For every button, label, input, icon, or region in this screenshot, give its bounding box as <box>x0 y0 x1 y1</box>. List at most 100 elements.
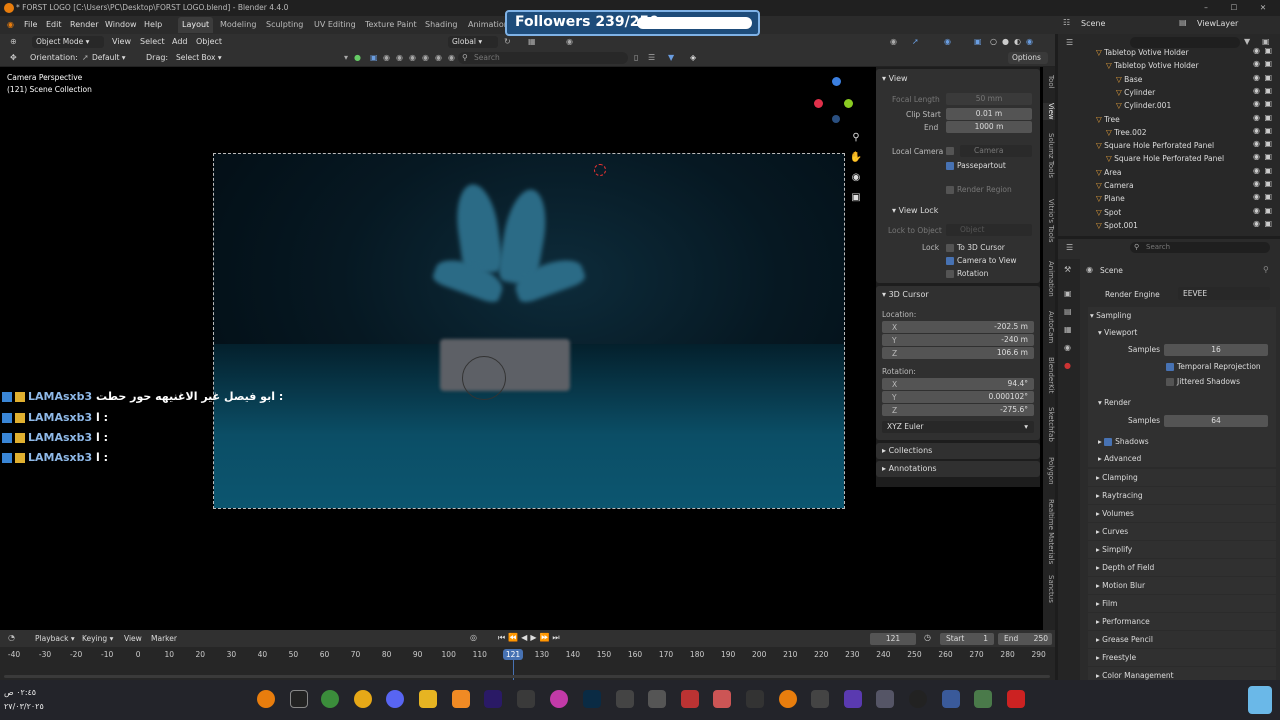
properties-section[interactable]: ▸ Clamping <box>1088 469 1276 486</box>
collections-panel[interactable]: ▸ Collections <box>876 443 1040 459</box>
app-gray2-icon[interactable] <box>811 690 829 708</box>
minimize-button[interactable]: – <box>1200 0 1212 16</box>
visibility-icon[interactable]: ◉ <box>890 34 897 50</box>
object-color-icon[interactable]: ● <box>354 50 361 66</box>
app-green-icon[interactable] <box>974 690 992 708</box>
epic-games-icon[interactable] <box>290 690 308 708</box>
shield-icon[interactable]: ◈ <box>690 50 696 66</box>
render-engine-dropdown[interactable]: EEVEE <box>1178 287 1270 300</box>
render-camera-icon[interactable]: ▣ <box>1264 219 1272 228</box>
properties-section[interactable]: ▸ Raytracing <box>1088 487 1276 504</box>
file-explorer-icon[interactable] <box>419 690 437 708</box>
timeline-editor-icon[interactable]: ◔ <box>8 633 15 642</box>
shadows-subpanel-header[interactable]: ▸ Shadows <box>1098 433 1149 450</box>
maximize-button[interactable]: ☐ <box>1228 0 1240 16</box>
tab-solumz-tools[interactable]: Solumz Tools <box>1043 133 1055 178</box>
local-camera-field[interactable]: Camera <box>960 145 1032 157</box>
shading-wireframe-icon[interactable]: ○ <box>990 34 997 50</box>
tab-uv-editing[interactable]: UV Editing <box>314 16 356 34</box>
scene-tab-icon[interactable]: ◉ <box>1064 343 1071 352</box>
shading-material-icon[interactable]: ◐ <box>1014 34 1021 50</box>
render-camera-icon[interactable]: ▣ <box>1264 73 1272 82</box>
passepartout-option[interactable]: Passepartout <box>946 161 1006 170</box>
tab-shading[interactable]: Shading <box>425 16 458 34</box>
properties-search-field[interactable]: ⚲ Search <box>1130 242 1270 253</box>
annotations-panel[interactable]: ▸ Annotations <box>876 461 1040 477</box>
scene-name[interactable]: Scene <box>1081 19 1105 28</box>
tab-layout[interactable]: Layout <box>178 17 214 33</box>
obs-icon[interactable] <box>909 690 927 708</box>
outliner-item[interactable]: ▽ Base <box>1116 73 1142 86</box>
menu-file[interactable]: File <box>24 16 37 34</box>
axis-y-icon[interactable] <box>844 99 853 108</box>
visibility-eye-icon[interactable]: ◉ <box>1253 152 1260 161</box>
gizmo-icon[interactable]: ➚ <box>912 34 919 50</box>
axis-x-icon[interactable] <box>814 99 823 108</box>
rotation-mode-dropdown[interactable]: XYZ Euler ▾ <box>882 421 1034 433</box>
menu-playback[interactable]: Playback ▾ <box>35 634 75 643</box>
visibility-eye-icon[interactable]: ◉ <box>1253 73 1260 82</box>
bookmark-icon[interactable]: ▯ <box>634 50 638 66</box>
jittered-shadows-checkbox[interactable] <box>1166 378 1174 386</box>
render-camera-icon[interactable]: ▣ <box>1264 59 1272 68</box>
rotation-lock-option[interactable]: Rotation <box>946 269 988 278</box>
current-frame-field[interactable]: 121 <box>870 633 916 645</box>
render-camera-icon[interactable]: ▣ <box>1264 139 1272 148</box>
jittered-shadows-option[interactable]: Jittered Shadows <box>1166 373 1240 390</box>
cursor-rz-field[interactable]: -275.6° <box>882 404 1034 416</box>
rotation-lock-checkbox[interactable] <box>946 270 954 278</box>
render-samples-field[interactable]: 64 <box>1164 415 1268 427</box>
clip-end-field[interactable]: 1000 m <box>946 121 1032 133</box>
chrome-icon[interactable] <box>321 690 339 708</box>
render-camera-icon[interactable]: ▣ <box>1264 86 1272 95</box>
overlay-icon[interactable]: ◉ <box>944 34 951 50</box>
app-slate-icon[interactable] <box>876 690 894 708</box>
cursor-ry-field[interactable]: 0.000102° <box>882 391 1034 403</box>
outliner-item[interactable]: ▽ Square Hole Perforated Panel <box>1096 139 1214 152</box>
navigation-gizmo[interactable] <box>812 75 862 125</box>
tab-polygon[interactable]: Polygon <box>1043 457 1055 485</box>
properties-section[interactable]: ▸ Simplify <box>1088 541 1276 558</box>
tab-realtime-materials[interactable]: Realtime Materials <box>1043 499 1055 564</box>
properties-section[interactable]: ▸ Film <box>1088 595 1276 612</box>
new-collection-icon[interactable]: ▣ <box>1262 37 1270 46</box>
local-camera-checkbox[interactable] <box>946 147 954 155</box>
properties-section[interactable]: ▸ Grease Pencil <box>1088 631 1276 648</box>
transform-orientation-dropdown[interactable]: Global ▾ <box>448 36 498 48</box>
properties-section[interactable]: ▸ Motion Blur <box>1088 577 1276 594</box>
render-camera-icon[interactable]: ▣ <box>1264 46 1272 55</box>
sampling-header[interactable]: ▾ Sampling <box>1090 307 1131 324</box>
discord-icon[interactable] <box>386 690 404 708</box>
visibility-eye-icon[interactable]: ◉ <box>1253 113 1260 122</box>
properties-section[interactable]: ▸ Depth of Field <box>1088 559 1276 576</box>
orientation-dropdown[interactable]: Default ▾ <box>88 52 146 64</box>
menu-edit[interactable]: Edit <box>46 16 62 34</box>
camera-to-view-checkbox[interactable] <box>946 257 954 265</box>
visibility-eye-icon[interactable]: ◉ <box>1253 99 1260 108</box>
render-camera-icon[interactable]: ▣ <box>1264 192 1272 201</box>
menu-render[interactable]: Render <box>70 16 98 34</box>
blender-menu-icon[interactable]: ◉ <box>7 16 14 34</box>
tool-tab-icon[interactable]: ⚒ <box>1064 265 1071 274</box>
outliner-item[interactable]: ▽ Spot.001 <box>1096 219 1138 232</box>
mode-dropdown[interactable]: Object Mode ▾ <box>32 36 104 48</box>
start-frame-field[interactable]: Start 1 <box>940 633 994 645</box>
tab-sculpting[interactable]: Sculpting <box>266 16 303 34</box>
viewport-samples-field[interactable]: 16 <box>1164 344 1268 356</box>
render-camera-icon[interactable]: ▣ <box>1264 166 1272 175</box>
app-dark-icon[interactable] <box>746 690 764 708</box>
tab-blenderkit[interactable]: BlenderKit <box>1043 357 1055 393</box>
properties-editor-icon[interactable]: ☰ <box>1066 243 1073 252</box>
timeline-track-area[interactable]: -40-30-20-100102030405060708090100110120… <box>0 647 1055 680</box>
outliner-item[interactable]: ▽ Camera <box>1096 179 1134 192</box>
tab-vitrios-tools[interactable]: Vitrio's Tools <box>1043 199 1055 242</box>
visibility-eye-icon[interactable]: ◉ <box>1253 59 1260 68</box>
outliner-item[interactable]: ▽ Tree <box>1096 113 1120 126</box>
temporal-reprojection-checkbox[interactable] <box>1166 363 1174 371</box>
tab-animation[interactable]: Animation <box>468 16 509 34</box>
render-camera-icon[interactable]: ▣ <box>1264 206 1272 215</box>
outliner-item[interactable]: ▽ Tabletop Votive Holder <box>1096 46 1189 59</box>
focal-length-field[interactable]: 50 mm <box>946 93 1032 105</box>
filter-light-icon[interactable]: ◉ <box>396 50 403 66</box>
editor-type-icon[interactable]: ⊕ <box>10 34 17 50</box>
